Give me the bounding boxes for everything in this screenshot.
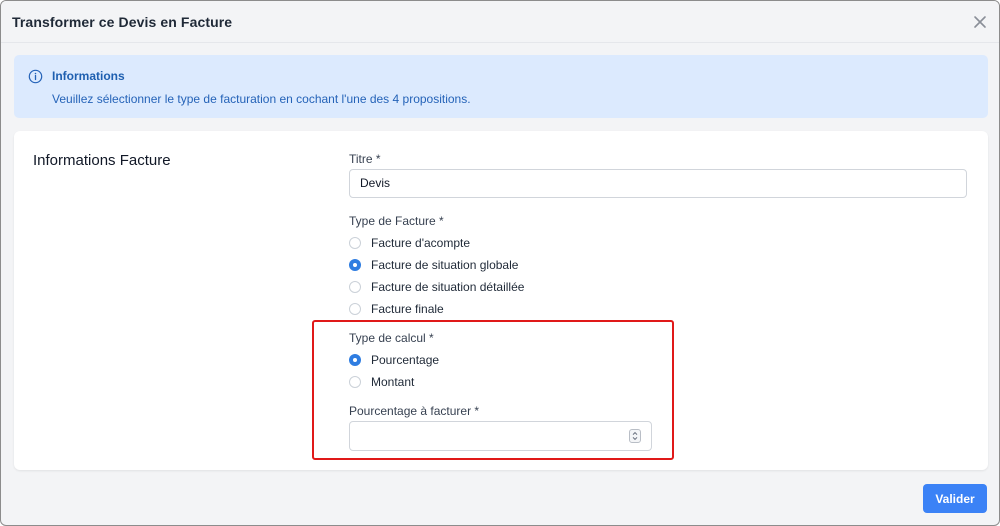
alert-title: Informations [52, 69, 125, 83]
radio-label: Facture d'acompte [371, 236, 471, 250]
titre-input[interactable]: Devis [349, 169, 967, 198]
radio-label: Facture de situation globale [371, 258, 519, 272]
pourcentage-label: Pourcentage à facturer * [349, 404, 480, 418]
titre-label: Titre * [349, 152, 381, 166]
close-button[interactable] [970, 12, 990, 32]
invoice-form-card: Informations Facture Titre * Devis Type … [14, 131, 988, 470]
radio-button[interactable] [349, 237, 361, 249]
valider-button[interactable]: Valider [923, 484, 987, 513]
section-title: Informations Facture [33, 152, 171, 169]
alert-text: Veuillez sélectionner le type de factura… [52, 92, 471, 106]
radio-label: Montant [371, 375, 415, 389]
radio-button[interactable] [349, 303, 361, 315]
modal-dialog: Transformer ce Devis en Facture Informat… [0, 0, 1000, 526]
radio-button[interactable] [349, 259, 361, 271]
info-icon [28, 69, 43, 84]
spinner-arrows-icon [632, 431, 638, 441]
close-icon [974, 16, 986, 28]
radio-label: Facture finale [371, 302, 444, 316]
modal-title: Transformer ce Devis en Facture [12, 14, 233, 30]
modal-header: Transformer ce Devis en Facture [1, 1, 999, 43]
pourcentage-input[interactable] [349, 421, 652, 451]
type-calcul-label: Type de calcul * [349, 331, 434, 345]
radio-button[interactable] [349, 376, 361, 388]
radio-button[interactable] [349, 354, 361, 366]
radio-button[interactable] [349, 281, 361, 293]
type-facture-label: Type de Facture * [349, 214, 444, 228]
radio-label: Pourcentage [371, 353, 440, 367]
info-alert: Informations Veuillez sélectionner le ty… [14, 55, 988, 118]
radio-label: Facture de situation détaillée [371, 280, 525, 294]
number-spinner[interactable] [629, 429, 641, 443]
